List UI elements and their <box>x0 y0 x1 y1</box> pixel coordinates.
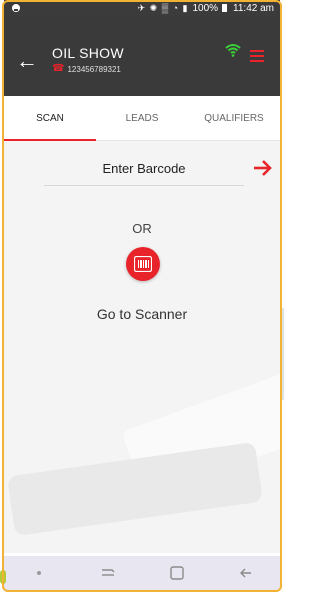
battery-icon <box>222 4 228 12</box>
barcode-input[interactable]: Enter Barcode <box>44 153 244 186</box>
tab-bar: SCAN LEADS QUALIFIERS <box>4 96 280 141</box>
go-to-scanner-link[interactable]: Go to Scanner <box>4 306 280 322</box>
clock: 11:42 am <box>233 2 274 14</box>
barcode-icon <box>134 256 152 272</box>
battery-percent: 100% <box>192 2 219 14</box>
back-arrow-icon[interactable]: ← <box>16 50 38 72</box>
status-right: ✈ ✺ ▒ ◔ ▮ 100% 11:42 am <box>138 3 274 14</box>
submit-arrow-icon[interactable] <box>252 158 274 178</box>
recent-apps-icon[interactable] <box>88 560 128 586</box>
status-icons: ✈ ✺ ▒ ◔ ▮ <box>137 2 189 13</box>
scanner-button[interactable] <box>126 247 160 281</box>
hamburger-menu-icon[interactable] <box>250 50 264 62</box>
system-nav-bar <box>4 556 280 590</box>
tab-qualifiers[interactable]: QUALIFIERS <box>188 96 280 140</box>
side-scroll-handle[interactable] <box>281 308 284 400</box>
app-screen: ✈ ✺ ▒ ◔ ▮ 100% 11:42 am ← OIL SHOW ☎ 123… <box>4 0 280 590</box>
scan-panel: Enter Barcode OR Go to Scanner <box>4 141 280 553</box>
tab-scan[interactable]: SCAN <box>4 96 96 141</box>
phone-frame: ✈ ✺ ▒ ◔ ▮ 100% 11:42 am ← OIL SHOW ☎ 123… <box>0 0 289 595</box>
notification-icon <box>12 4 20 12</box>
status-bar: ✈ ✺ ▒ ◔ ▮ 100% 11:42 am <box>4 0 280 16</box>
phone-number: 123456789321 <box>67 64 121 74</box>
home-icon[interactable] <box>157 560 197 586</box>
or-divider: OR <box>132 221 152 236</box>
app-header: ← OIL SHOW ☎ 123456789321 <box>4 16 280 96</box>
frame-corner <box>0 570 6 584</box>
back-icon[interactable] <box>226 560 266 586</box>
nav-dot <box>19 560 59 586</box>
phone-line: ☎ 123456789321 <box>52 64 121 74</box>
page-title: OIL SHOW <box>52 45 124 61</box>
phone-icon: ☎ <box>52 63 65 74</box>
tab-leads[interactable]: LEADS <box>96 96 188 140</box>
wifi-icon <box>225 44 241 57</box>
